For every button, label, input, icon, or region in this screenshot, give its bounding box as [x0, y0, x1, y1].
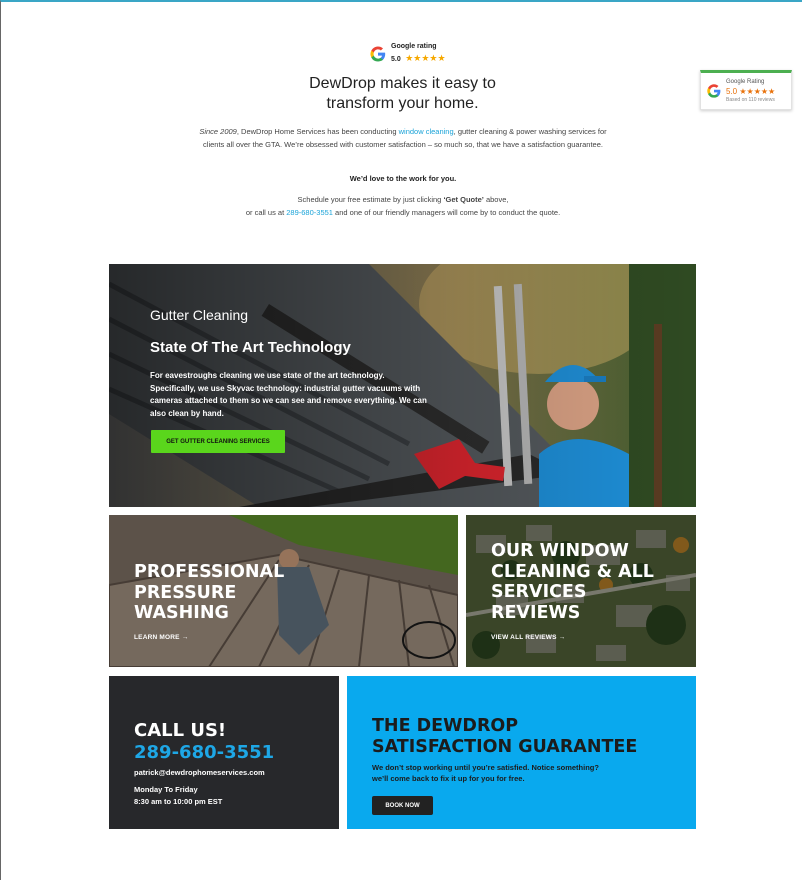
google-icon	[370, 45, 386, 62]
headline-line-1: DewDrop makes it easy to	[309, 75, 496, 92]
hours-time: 8:30 am to 10:00 pm EST	[134, 797, 223, 806]
google-rating-label: Google rating	[391, 43, 437, 50]
intro-since: Since 2009	[199, 127, 237, 136]
headline-line-2: transform your home.	[326, 95, 479, 112]
google-rating-badge[interactable]: Google Rating 5.0 ★★★★★ Based on 110 rev…	[700, 70, 792, 110]
schedule-text: Schedule your free estimate by just clic…	[297, 195, 444, 204]
phone-link[interactable]: 289-680-3551	[286, 208, 333, 217]
badge-stars: ★★★★★	[739, 86, 776, 96]
schedule-text-3: or call us at	[245, 208, 287, 217]
get-quote-text: ‘Get Quote’	[443, 195, 484, 204]
badge-score: 5.0	[726, 86, 738, 96]
schedule-text-2: above,	[483, 195, 509, 204]
badge-review-count: Based on 110 reviews	[726, 96, 775, 103]
window-cleaning-link[interactable]: window cleaning	[399, 127, 454, 136]
schedule-paragraph: Schedule your free estimate by just clic…	[198, 193, 608, 219]
intro-callout: We’d love to the work for you.	[349, 174, 457, 183]
guarantee-title-line: THE DEWDROP	[372, 716, 519, 736]
guarantee-title-line: SATISFACTION GUARANTEE	[372, 737, 638, 757]
reviews-title-line: REVIEWS	[491, 602, 581, 623]
guarantee-text: we’ll come back to fix it up for you for…	[372, 774, 525, 783]
google-rating-score: 5.0	[391, 56, 401, 63]
call-phone-link[interactable]: 289-680-3551	[134, 742, 314, 764]
intro-paragraph: Since 2009, DewDrop Home Services has be…	[198, 125, 608, 151]
badge-title: Google Rating	[726, 78, 765, 85]
google-rating[interactable]: Google rating 5.0 ★★★★★	[369, 42, 446, 65]
reviews-title-line: CLEANING & ALL	[491, 561, 654, 582]
pressure-title-line: WASHING	[134, 603, 229, 623]
gutter-cleaning-hero: Gutter Cleaning State Of The Art Technol…	[109, 264, 696, 507]
rating-stars: ★★★★★	[405, 53, 446, 63]
get-gutter-cleaning-button[interactable]: GET GUTTER CLEANING SERVICES	[151, 430, 285, 453]
pressure-title-line: PRESSURE	[134, 582, 237, 603]
hero-description: For eavestroughs cleaning we use state o…	[150, 371, 427, 418]
call-us-title: CALL US!	[134, 720, 227, 741]
hero-eyebrow: Gutter Cleaning	[150, 307, 249, 323]
contact-email-link[interactable]: patrick@dewdrophomeservices.com	[134, 768, 314, 777]
page-headline: DewDrop makes it easy to transform your …	[150, 74, 655, 114]
pressure-washing-title: PROFESSIONAL PRESSURE WASHING	[134, 562, 284, 624]
guarantee-title: THE DEWDROP SATISFACTION GUARANTEE	[372, 716, 671, 758]
hero-title: State Of The Art Technology	[150, 339, 351, 356]
book-now-button[interactable]: BOOK NOW	[372, 796, 433, 815]
reviews-title-line: SERVICES	[491, 582, 587, 602]
guarantee-text: We don’t stop working until you’re satis…	[372, 763, 599, 772]
intro-text: , DewDrop Home Services has been conduct…	[236, 127, 399, 136]
hours-days: Monday To Friday	[134, 785, 198, 794]
reviews-title-line: OUR WINDOW	[491, 541, 629, 561]
call-us-panel: CALL US! 289-680-3551 patrick@dewdrophom…	[109, 676, 339, 829]
learn-more-link[interactable]: LEARN MORE →	[134, 634, 188, 641]
pressure-washing-tile[interactable]: PROFESSIONAL PRESSURE WASHING LEARN MORE…	[109, 515, 458, 667]
view-all-reviews-link[interactable]: VIEW ALL REVIEWS →	[491, 634, 565, 641]
reviews-tile[interactable]: OUR WINDOW CLEANING & ALL SERVICES REVIE…	[466, 515, 696, 667]
google-icon	[707, 84, 721, 98]
guarantee-description: We don’t stop working until you’re satis…	[372, 762, 632, 784]
satisfaction-guarantee-panel: THE DEWDROP SATISFACTION GUARANTEE We do…	[347, 676, 696, 829]
pressure-title-line: PROFESSIONAL	[134, 562, 285, 582]
schedule-text-4: and one of our friendly managers will co…	[332, 208, 561, 217]
reviews-title: OUR WINDOW CLEANING & ALL SERVICES REVIE…	[491, 541, 654, 623]
